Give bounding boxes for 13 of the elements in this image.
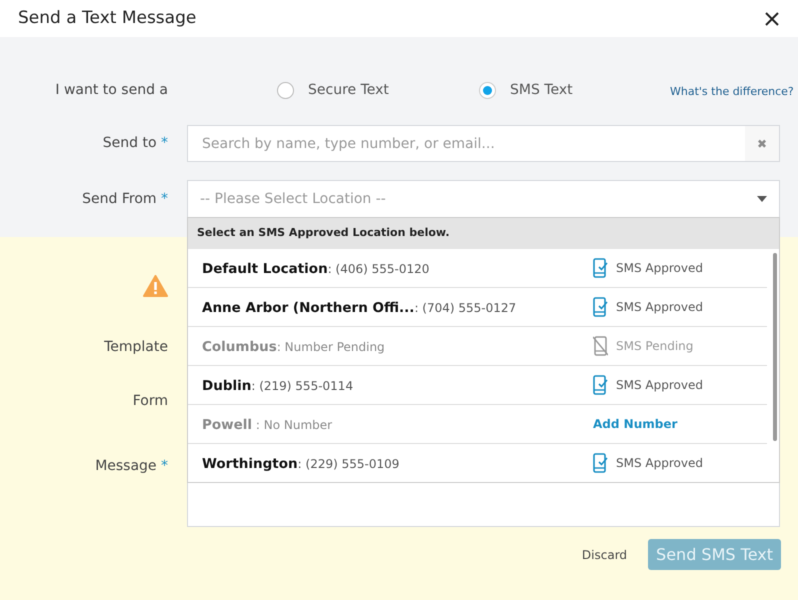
field-label: Send From *: [81, 190, 168, 208]
status-text: SMS Pending: [616, 338, 694, 355]
field-label: Template: [103, 338, 168, 357]
status-text: SMS Approved: [616, 299, 703, 316]
field-label: Message *: [94, 457, 168, 476]
field-label: I want to send a: [54, 80, 168, 100]
field-label: Form: [132, 392, 168, 411]
status-text: SMS Approved: [616, 260, 703, 277]
window-title: Send a Text Message: [18, 6, 196, 30]
status-text: SMS Approved: [616, 455, 703, 472]
status-text: SMS Approved: [616, 377, 703, 394]
field-label: Send to *: [102, 134, 168, 153]
dropdown-header: Select an SMS Approved Location below.: [188, 218, 779, 249]
